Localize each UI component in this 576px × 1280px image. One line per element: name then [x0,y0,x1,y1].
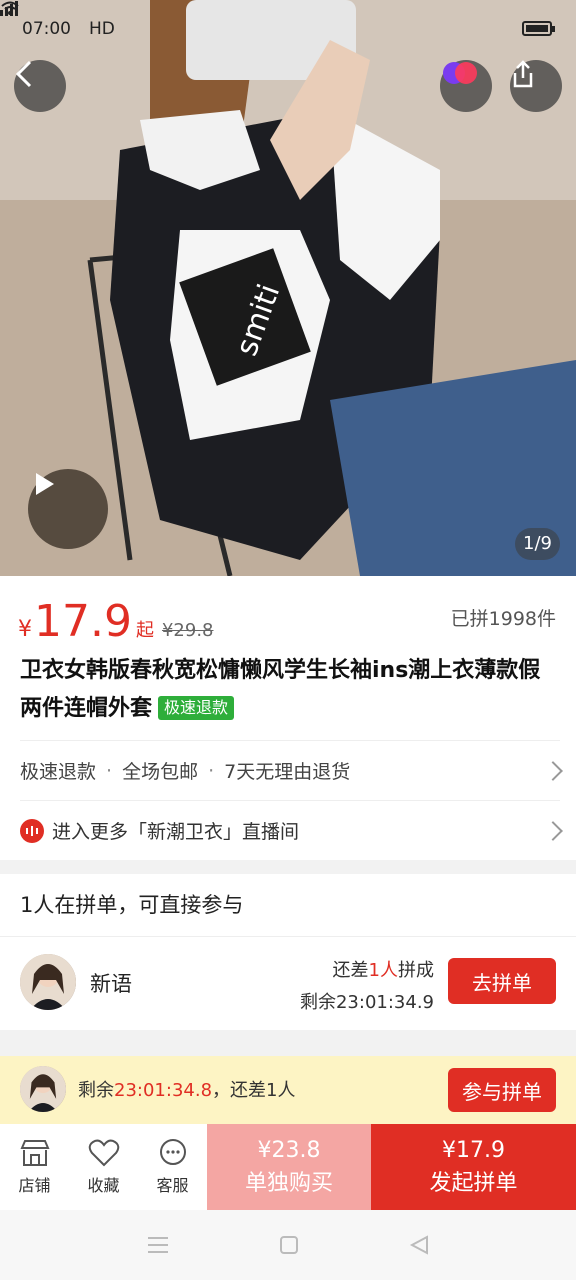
live-stream-icon [20,818,44,843]
chevron-right-icon [543,760,563,781]
need-count: 1人 [368,960,398,981]
store-icon [19,1140,50,1166]
tab-store[interactable]: 店铺 [0,1124,69,1210]
live-button[interactable] [440,60,492,112]
share-button[interactable] [510,60,562,112]
divider [0,936,576,937]
banner-text: 剩余23:01:34.8，还差1人 [78,1076,295,1102]
group-buy-section: 1人在拼单，可直接参与 新语 还差1人拼成 剩余23:01:34.9 去拼单 [0,874,576,1030]
separator: · [106,759,113,782]
tab-favorite[interactable]: 收藏 [69,1124,138,1210]
tab-customer-service[interactable]: 客服 [138,1124,207,1210]
status-bar: 07:00 HD [0,0,576,58]
currency-symbol: ¥ [18,617,32,642]
price: 17.9 [34,596,132,647]
remaining-time: 剩余23:01:34.9 [299,992,434,1013]
network-label: HD [89,19,115,39]
battery-icon [522,21,555,36]
play-video-button[interactable] [28,469,108,549]
price-suffix: 起 [135,620,154,641]
chat-icon [159,1139,186,1165]
buy-group-price: ¥17.9 [442,1137,505,1163]
separator: · [208,759,215,782]
system-nav-bar [0,1210,576,1280]
banner-prefix: 剩余 [78,1080,114,1101]
home-icon[interactable] [279,1235,299,1255]
group-heading: 1人在拼单，可直接参与 [20,893,244,917]
menu-icon[interactable] [147,1235,169,1255]
participate-button[interactable]: 参与拼单 [448,1068,556,1112]
product-title-text: 卫衣女韩版春秋宽松慵懒风学生长袖ins潮上衣薄款假两件连帽外套 [20,658,541,721]
product-info: ¥ 17.9 起 ¥29.8 已拼1998件 卫衣女韩版春秋宽松慵懒风学生长袖i… [0,576,576,860]
need-suffix: 拼成 [398,960,434,981]
heart-icon [88,1139,119,1167]
tab-label: 收藏 [87,1176,120,1195]
group-banner: 剩余23:01:34.8，还差1人 参与拼单 [0,1056,576,1124]
avatar [20,1066,66,1112]
buy-alone-button[interactable]: ¥23.8 单独购买 [207,1124,371,1210]
member-name: 新语 [90,972,132,996]
banner-suffix: ，还差1人 [212,1080,296,1101]
share-icon [513,60,533,88]
need-prefix: 还差 [332,960,369,981]
join-group-button[interactable]: 去拼单 [448,958,556,1004]
image-counter: 1/9 [515,528,560,560]
tab-label: 店铺 [18,1176,51,1195]
service-item: 极速退款 [20,761,97,783]
play-icon [36,473,54,495]
service-item: 7天无理由退货 [224,761,351,783]
buy-alone-label: 单独购买 [244,1170,333,1196]
product-image[interactable]: smiti 07:00 HD 1/9 [0,0,576,576]
chevron-left-icon [15,60,32,88]
live-room-entry[interactable]: 进入更多「新潮卫衣」直播间 [20,800,563,860]
buy-alone-price: ¥23.8 [257,1137,321,1163]
fast-refund-tag: 极速退款 [158,696,235,720]
sold-count: 已拼1998件 [450,608,556,630]
live-room-label: 进入更多「新潮卫衣」直播间 [52,821,300,843]
back-button[interactable] [14,60,66,112]
tab-label: 客服 [156,1176,189,1195]
bottom-action-bar: 店铺 收藏 客服 ¥23.8 单独购买 ¥17.9 发起拼单 [0,1124,576,1210]
buy-group-label: 发起拼单 [429,1170,518,1196]
service-item: 全场包邮 [122,761,199,783]
service-row[interactable]: 极速退款 · 全场包邮 · 7天无理由退货 [20,740,563,800]
product-title: 卫衣女韩版春秋宽松慵懒风学生长袖ins潮上衣薄款假两件连帽外套 极速退款 [20,652,560,728]
need-text: 还差1人拼成 [333,956,434,982]
banner-countdown: 23:01:34.8 [114,1080,213,1101]
back-nav-icon[interactable] [409,1235,429,1255]
live-icon [443,62,477,84]
original-price: ¥29.8 [161,620,214,641]
avatar [20,954,76,1010]
status-time: 07:00 [22,19,71,39]
chevron-right-icon [543,820,563,841]
start-group-button[interactable]: ¥17.9 发起拼单 [371,1124,576,1210]
